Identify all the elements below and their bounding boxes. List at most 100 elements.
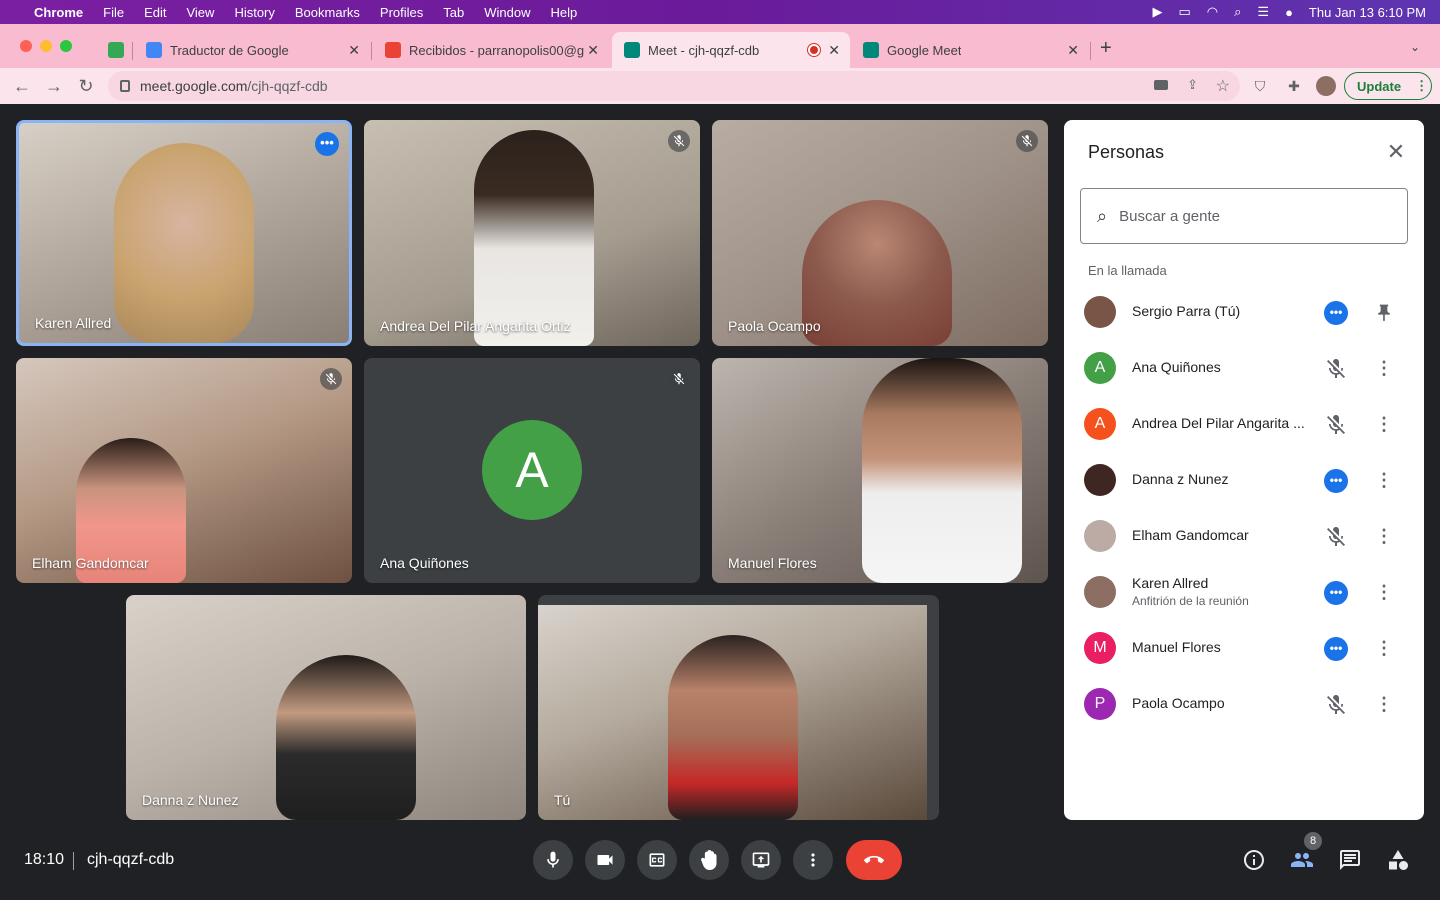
play-icon[interactable]: ▶	[1152, 4, 1162, 20]
participant-row[interactable]: P Paola Ocampo ⋮	[1064, 676, 1424, 732]
microphone-button[interactable]	[533, 840, 573, 880]
tab-google-meet[interactable]: Google Meet ✕	[851, 32, 1089, 68]
participant-name: Manuel Flores	[1132, 639, 1221, 655]
camera-button[interactable]	[585, 840, 625, 880]
extensions-puzzle-icon[interactable]: ✚	[1284, 76, 1304, 96]
tab-google-translate[interactable]: Traductor de Google ✕	[134, 32, 370, 68]
tab-sheets[interactable]	[96, 32, 132, 68]
more-vert-icon[interactable]: ⋮	[1374, 525, 1394, 549]
more-options-icon[interactable]: •••	[1324, 469, 1348, 493]
more-options-icon[interactable]: •••	[1324, 301, 1348, 325]
participant-row[interactable]: A Andrea Del Pilar Angarita ... ⋮	[1064, 396, 1424, 452]
tab-search-chevron-icon[interactable]: ⌄	[1410, 40, 1420, 54]
search-icon: ⌕	[1097, 205, 1108, 226]
more-options-icon[interactable]: •••	[315, 132, 339, 156]
video-tile-self[interactable]: Tú	[538, 595, 939, 820]
pin-icon[interactable]	[1374, 301, 1394, 325]
menu-profiles[interactable]: Profiles	[380, 5, 423, 20]
leave-call-button[interactable]	[846, 840, 902, 880]
tab-meet-active[interactable]: Meet - cjh-qqzf-cdb ✕	[612, 32, 850, 68]
window-close-button[interactable]	[20, 40, 32, 52]
more-options-icon[interactable]: •••	[1324, 581, 1348, 605]
people-search-field[interactable]: ⌕	[1080, 188, 1408, 244]
profile-avatar-icon[interactable]	[1316, 76, 1336, 96]
camera-in-use-icon[interactable]	[1154, 80, 1168, 90]
more-vert-icon[interactable]: ⋮	[1374, 581, 1394, 605]
siri-icon[interactable]: ●	[1285, 5, 1293, 20]
participant-row[interactable]: A Ana Quiñones ⋮	[1064, 340, 1424, 396]
menu-window[interactable]: Window	[484, 5, 530, 20]
muted-mic-icon[interactable]	[1324, 693, 1348, 717]
more-options-icon[interactable]: •••	[1324, 637, 1348, 661]
tab-gmail[interactable]: Recibidos - parranopolis00@g ✕	[373, 32, 609, 68]
update-button[interactable]: Update ⋮	[1344, 72, 1432, 100]
more-options-button[interactable]	[793, 840, 833, 880]
present-screen-button[interactable]	[741, 840, 781, 880]
more-vert-icon[interactable]: ⋮	[1374, 637, 1394, 661]
close-icon[interactable]: ✕	[348, 42, 360, 59]
window-zoom-button[interactable]	[60, 40, 72, 52]
video-tile-karen[interactable]: ••• Karen Allred	[16, 120, 352, 346]
raise-hand-button[interactable]	[689, 840, 729, 880]
close-icon[interactable]: ✕	[828, 42, 840, 59]
video-tile-manuel[interactable]: Manuel Flores	[712, 358, 1048, 583]
meeting-details-info-icon[interactable]	[1242, 848, 1266, 872]
participant-row[interactable]: Danna z Nunez ••• ⋮	[1064, 452, 1424, 508]
muted-mic-icon	[668, 130, 690, 152]
update-label: Update	[1357, 78, 1402, 94]
wifi-icon[interactable]: ◠	[1207, 4, 1218, 20]
captions-button[interactable]	[637, 840, 677, 880]
address-bar[interactable]: meet.google.com/cjh-qqzf-cdb ⇪ ☆	[108, 71, 1240, 101]
new-tab-icon[interactable]: +	[1100, 38, 1112, 58]
muted-mic-icon[interactable]	[1324, 525, 1348, 549]
video-tile-paola[interactable]: Paola Ocampo	[712, 120, 1048, 346]
more-vert-icon[interactable]: ⋮	[1374, 469, 1394, 493]
muted-mic-icon[interactable]	[1324, 357, 1348, 381]
video-tile-elham[interactable]: Elham Gandomcar	[16, 358, 352, 583]
people-icon[interactable]	[1290, 848, 1314, 872]
participant-row[interactable]: M Manuel Flores ••• ⋮	[1064, 620, 1424, 676]
participant-avatar: A	[482, 420, 582, 520]
battery-icon[interactable]: ▭	[1178, 4, 1190, 20]
window-minimize-button[interactable]	[40, 40, 52, 52]
more-vert-icon[interactable]: ⋮	[1374, 357, 1394, 381]
reload-icon[interactable]: ↻	[74, 74, 98, 98]
back-icon[interactable]: ←	[10, 74, 34, 98]
menu-help[interactable]: Help	[551, 5, 578, 20]
close-icon[interactable]: ✕	[1067, 42, 1079, 59]
menu-edit[interactable]: Edit	[144, 5, 166, 20]
spotlight-search-icon[interactable]: ⌕	[1234, 4, 1241, 20]
menu-view[interactable]: View	[186, 5, 214, 20]
avatar	[1084, 464, 1116, 496]
close-icon[interactable]: ✕	[587, 42, 599, 59]
menu-app-name[interactable]: Chrome	[34, 5, 83, 20]
forward-icon[interactable]: →	[42, 74, 66, 98]
participant-name: Elham Gandomcar	[1132, 527, 1249, 543]
menu-tab[interactable]: Tab	[443, 5, 464, 20]
participant-row[interactable]: Sergio Parra (Tú) •••	[1064, 284, 1424, 340]
tab-title: Google Meet	[887, 42, 962, 58]
menu-bookmarks[interactable]: Bookmarks	[295, 5, 360, 20]
video-tile-ana[interactable]: A Ana Quiñones	[364, 358, 700, 583]
extension-shield-icon[interactable]: ⛉	[1250, 76, 1270, 96]
bookmark-star-icon[interactable]: ☆	[1216, 76, 1230, 96]
share-icon[interactable]: ⇪	[1187, 77, 1198, 93]
menu-clock[interactable]: Thu Jan 13 6:10 PM	[1309, 5, 1426, 20]
chat-icon[interactable]	[1338, 848, 1362, 872]
video-tile-andrea[interactable]: Andrea Del Pilar Angarita Ortiz	[364, 120, 700, 346]
muted-mic-icon[interactable]	[1324, 413, 1348, 437]
menu-file[interactable]: File	[103, 5, 124, 20]
participant-video	[862, 358, 1022, 583]
close-panel-icon[interactable]: ✕	[1384, 140, 1408, 164]
more-vert-icon[interactable]: ⋮	[1374, 413, 1394, 437]
more-vert-icon: ⋮	[1415, 78, 1429, 93]
more-vert-icon[interactable]: ⋮	[1374, 693, 1394, 717]
control-center-icon[interactable]: ☰	[1257, 4, 1269, 20]
participant-row[interactable]: Elham Gandomcar ⋮	[1064, 508, 1424, 564]
menu-history[interactable]: History	[234, 5, 274, 20]
people-search-input[interactable]	[1119, 207, 1380, 225]
video-tile-danna[interactable]: Danna z Nunez	[126, 595, 526, 820]
activities-icon[interactable]	[1386, 848, 1410, 872]
participant-row[interactable]: Karen Allred Anfitrión de la reunión •••…	[1064, 564, 1424, 620]
participant-video	[668, 635, 798, 820]
